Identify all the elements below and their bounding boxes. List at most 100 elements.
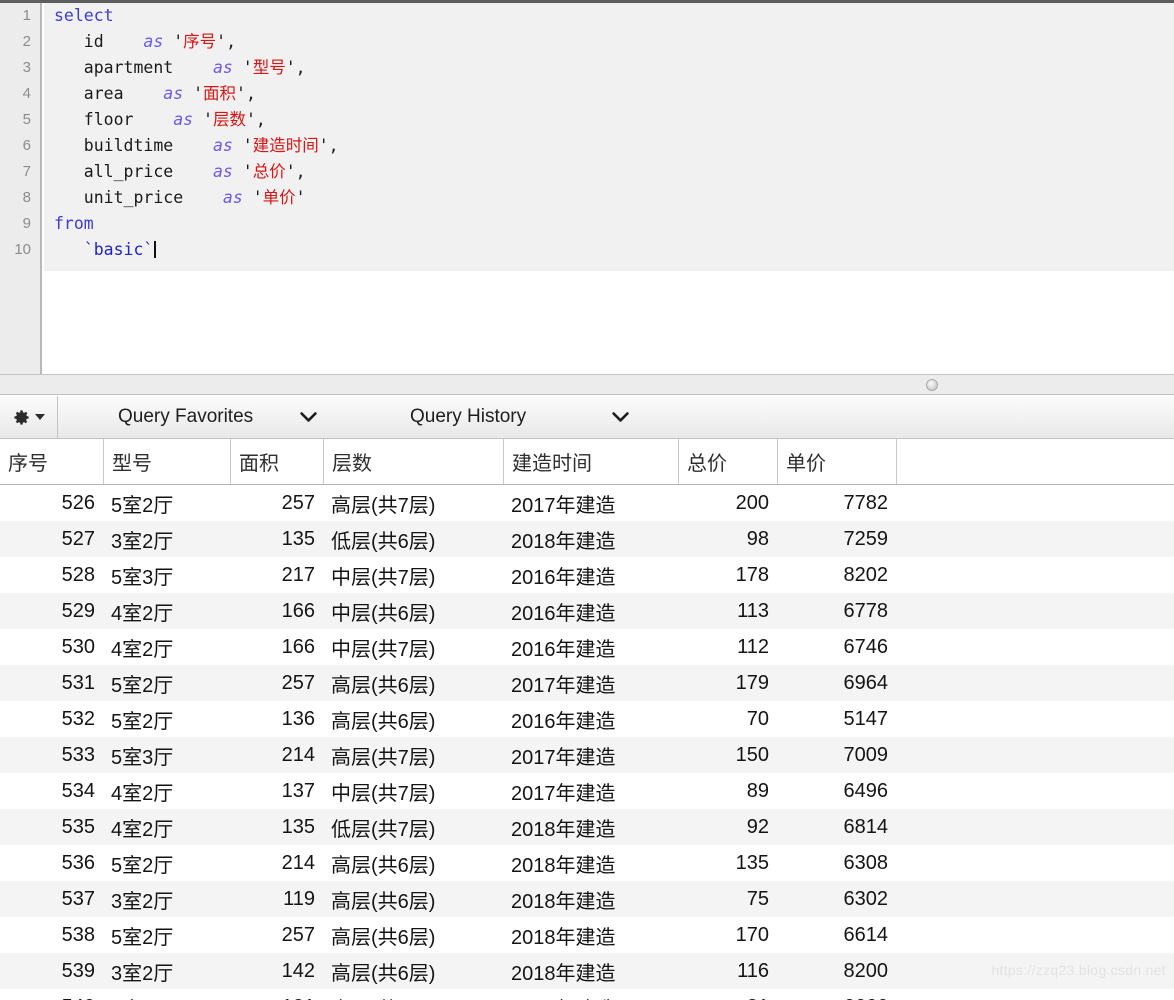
table-row[interactable]: 528 5室3厅 217 中层(共7层) 2016年建造 178 8202 — [0, 557, 1174, 593]
table-cell-all[interactable]: 178 — [678, 557, 777, 593]
settings-menu-button[interactable] — [0, 396, 58, 438]
table-cell-pad[interactable] — [896, 917, 1174, 953]
table-cell-all[interactable]: 112 — [678, 629, 777, 665]
table-cell-time[interactable]: 2017年建造 — [503, 773, 678, 809]
table-cell-flr[interactable]: 高层(共7层) — [323, 485, 503, 521]
table-cell-id[interactable]: 537 — [0, 881, 103, 917]
table-cell-flr[interactable]: 低层(共6层) — [323, 521, 503, 557]
table-cell-area[interactable]: 119 — [230, 881, 323, 917]
column-header-all[interactable]: 总价 — [678, 439, 777, 484]
sql-code-line[interactable]: floor as '层数', — [44, 107, 1174, 133]
table-cell-apt[interactable]: 4室2厅 — [103, 809, 230, 845]
table-cell-apt[interactable]: 3室2厅 — [103, 953, 230, 989]
table-row[interactable]: 531 5室2厅 257 高层(共6层) 2017年建造 179 6964 — [0, 665, 1174, 701]
table-cell-area[interactable]: 257 — [230, 665, 323, 701]
table-cell-pad[interactable] — [896, 989, 1174, 1000]
table-cell-id[interactable]: 532 — [0, 701, 103, 737]
table-cell-apt[interactable]: 5室2厅 — [103, 665, 230, 701]
query-history-chevron-button[interactable] — [612, 396, 629, 438]
table-row[interactable]: 537 3室2厅 119 高层(共6层) 2018年建造 75 6302 — [0, 881, 1174, 917]
table-cell-flr[interactable]: 中层(共7层) — [323, 557, 503, 593]
table-cell-id[interactable]: 527 — [0, 521, 103, 557]
table-cell-flr[interactable]: 高层(共6层) — [323, 701, 503, 737]
sql-code-area[interactable]: select id as '序号', apartment as '型号', ar… — [44, 3, 1174, 374]
table-cell-time[interactable]: 2018年建造 — [503, 953, 678, 989]
table-cell-id[interactable]: 533 — [0, 737, 103, 773]
table-cell-area[interactable]: 142 — [230, 953, 323, 989]
table-cell-flr[interactable]: 高层(共6层) — [323, 917, 503, 953]
table-cell-area[interactable]: 121 — [230, 989, 323, 1000]
table-cell-flr[interactable]: 高层(共7层) — [323, 737, 503, 773]
sql-code-line[interactable]: buildtime as '建造时间', — [44, 133, 1174, 159]
table-cell-apt[interactable]: 3室2厅 — [103, 989, 230, 1000]
table-cell-pad[interactable] — [896, 701, 1174, 737]
table-cell-time[interactable]: 2016年建造 — [503, 557, 678, 593]
table-cell-apt[interactable]: 4室2厅 — [103, 593, 230, 629]
column-header-time[interactable]: 建造时间 — [503, 439, 678, 484]
table-cell-pad[interactable] — [896, 773, 1174, 809]
table-cell-unit[interactable]: 6778 — [777, 593, 896, 629]
sql-code-line[interactable]: from — [44, 211, 1174, 237]
table-cell-area[interactable]: 214 — [230, 737, 323, 773]
table-cell-pad[interactable] — [896, 665, 1174, 701]
table-cell-all[interactable]: 200 — [678, 485, 777, 521]
table-cell-pad[interactable] — [896, 485, 1174, 521]
table-cell-unit[interactable]: 7782 — [777, 485, 896, 521]
table-cell-apt[interactable]: 5室3厅 — [103, 557, 230, 593]
sql-code-line[interactable]: `basic` — [44, 237, 1174, 263]
table-cell-unit[interactable]: 5147 — [777, 701, 896, 737]
table-cell-area[interactable]: 257 — [230, 917, 323, 953]
table-row[interactable]: 538 5室2厅 257 高层(共6层) 2018年建造 170 6614 — [0, 917, 1174, 953]
table-cell-time[interactable]: 2016年建造 — [503, 701, 678, 737]
table-cell-pad[interactable] — [896, 593, 1174, 629]
table-cell-pad[interactable] — [896, 881, 1174, 917]
table-row[interactable]: 536 5室2厅 214 高层(共6层) 2018年建造 135 6308 — [0, 845, 1174, 881]
table-cell-id[interactable]: 529 — [0, 593, 103, 629]
table-cell-apt[interactable]: 4室2厅 — [103, 629, 230, 665]
column-header-area[interactable]: 面积 — [230, 439, 323, 484]
table-cell-time[interactable]: 2017年建造 — [503, 989, 678, 1000]
splitter-grip-handle[interactable] — [926, 379, 938, 391]
table-cell-flr[interactable]: 中层(共6层) — [323, 593, 503, 629]
table-cell-all[interactable]: 179 — [678, 665, 777, 701]
column-header-apt[interactable]: 型号 — [103, 439, 230, 484]
table-cell-id[interactable]: 535 — [0, 809, 103, 845]
table-cell-area[interactable]: 135 — [230, 809, 323, 845]
table-cell-area[interactable]: 135 — [230, 521, 323, 557]
table-cell-id[interactable]: 538 — [0, 917, 103, 953]
table-cell-apt[interactable]: 5室3厅 — [103, 737, 230, 773]
table-cell-area[interactable]: 257 — [230, 485, 323, 521]
table-cell-all[interactable]: 89 — [678, 773, 777, 809]
table-cell-apt[interactable]: 3室2厅 — [103, 881, 230, 917]
table-cell-unit[interactable]: 7009 — [777, 737, 896, 773]
table-cell-all[interactable]: 98 — [678, 521, 777, 557]
table-cell-id[interactable]: 540 — [0, 989, 103, 1000]
table-cell-unit[interactable]: 6614 — [777, 917, 896, 953]
table-cell-unit[interactable]: 6746 — [777, 629, 896, 665]
table-cell-flr[interactable]: 高层(共6层) — [323, 881, 503, 917]
table-cell-flr[interactable]: 高层(共6层) — [323, 989, 503, 1000]
table-cell-unit[interactable]: 6496 — [777, 773, 896, 809]
table-cell-area[interactable]: 137 — [230, 773, 323, 809]
table-cell-all[interactable]: 116 — [678, 953, 777, 989]
table-cell-area[interactable]: 214 — [230, 845, 323, 881]
table-row[interactable]: 535 4室2厅 135 低层(共7层) 2018年建造 92 6814 — [0, 809, 1174, 845]
pane-splitter[interactable] — [0, 374, 1174, 395]
table-cell-time[interactable]: 2018年建造 — [503, 881, 678, 917]
table-cell-time[interactable]: 2017年建造 — [503, 737, 678, 773]
table-cell-all[interactable]: 150 — [678, 737, 777, 773]
table-row[interactable]: 526 5室2厅 257 高层(共7层) 2017年建造 200 7782 — [0, 485, 1174, 521]
table-cell-pad[interactable] — [896, 521, 1174, 557]
table-cell-flr[interactable]: 高层(共6层) — [323, 845, 503, 881]
sql-code-line[interactable]: unit_price as '单价' — [44, 185, 1174, 211]
results-grid[interactable]: 序号 型号 面积 层数 建造时间 总价 单价 526 5室2厅 257 高层(共7层) 2017年建… — [0, 439, 1174, 1000]
table-row[interactable]: 533 5室3厅 214 高层(共7层) 2017年建造 150 7009 — [0, 737, 1174, 773]
table-cell-apt[interactable]: 3室2厅 — [103, 521, 230, 557]
table-cell-unit[interactable]: 6666 — [777, 989, 896, 1000]
table-cell-unit[interactable]: 8202 — [777, 557, 896, 593]
table-row[interactable]: 529 4室2厅 166 中层(共6层) 2016年建造 113 6778 — [0, 593, 1174, 629]
table-row[interactable]: 527 3室2厅 135 低层(共6层) 2018年建造 98 7259 — [0, 521, 1174, 557]
table-cell-pad[interactable] — [896, 629, 1174, 665]
table-cell-all[interactable]: 70 — [678, 701, 777, 737]
sql-code-line[interactable]: all_price as '总价', — [44, 159, 1174, 185]
